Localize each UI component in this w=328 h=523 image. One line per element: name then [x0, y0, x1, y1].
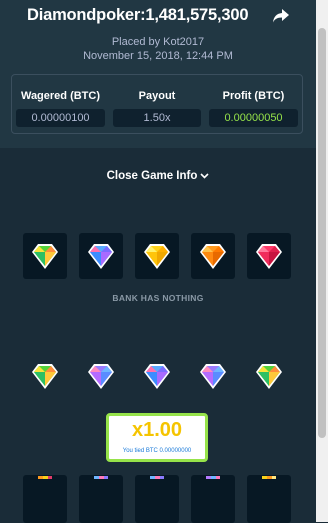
yellow-gem-icon [144, 244, 170, 269]
result-text: You tied BTC 0.00000000 [122, 448, 192, 454]
bet-date: November 15, 2018, 12:44 PM [83, 50, 233, 62]
wagered-value: 0.00000100 [16, 109, 105, 127]
bank-gem-5 [247, 233, 291, 279]
bet-stats-panel: Wagered (BTC) 0.00000100 Payout 1.50x Pr… [11, 74, 303, 134]
payout-column: Payout 1.50x [109, 75, 205, 135]
green-gem-icon [32, 244, 58, 269]
profit-value: 0.00000050 [209, 109, 298, 127]
placed-by-text: Placed by Kot2017 [111, 36, 205, 48]
title-row: Diamondpoker:1,481,575,300 [24, 6, 294, 26]
bottom-tile-5 [247, 475, 291, 523]
blue-gem-icon [144, 364, 170, 389]
green-gem-icon [256, 364, 282, 389]
payout-value: 1.50x [113, 109, 201, 127]
bank-gem-2 [79, 233, 123, 279]
share-icon[interactable] [271, 7, 291, 25]
game-info-modal: Diamondpoker:1,481,575,300 Placed by Kot… [0, 0, 316, 523]
result-multiplier: x1.00 [131, 419, 183, 441]
purple-gem-icon [88, 364, 114, 389]
payout-label: Payout [138, 90, 176, 102]
chevron-down-icon [200, 173, 209, 179]
close-game-info-label: Close Game Info [106, 170, 198, 182]
result-card: x1.00 You tied BTC 0.00000000 [106, 413, 208, 462]
bank-gem-1 [23, 233, 67, 279]
profit-column: Profit (BTC) 0.00000050 [205, 75, 302, 135]
wagered-column: Wagered (BTC) 0.00000100 [12, 75, 109, 135]
green-gem-icon [32, 364, 58, 389]
purple-gem-icon [200, 364, 226, 389]
orange-gem-icon [200, 244, 226, 269]
scrollbar-thumb[interactable] [318, 28, 326, 438]
bottom-tile-1 [23, 475, 67, 523]
bottom-tile-4 [191, 475, 235, 523]
bank-gem-3 [135, 233, 179, 279]
bottom-tile-2 [79, 475, 123, 523]
scrollbar[interactable] [316, 0, 328, 522]
bet-summary-header: Diamondpoker:1,481,575,300 Placed by Kot… [0, 0, 316, 148]
blue-gem-icon [88, 244, 114, 269]
wagered-label: Wagered (BTC) [20, 90, 101, 102]
bet-title: Diamondpoker:1,481,575,300 [27, 6, 249, 24]
bottom-tile-3 [135, 475, 179, 523]
bank-gem-4 [191, 233, 235, 279]
bank-status-text: BANK HAS NOTHING [112, 293, 204, 303]
red-gem-icon [256, 244, 282, 269]
profit-label: Profit (BTC) [222, 90, 285, 102]
close-game-info-button[interactable]: Close Game Info [100, 170, 216, 188]
